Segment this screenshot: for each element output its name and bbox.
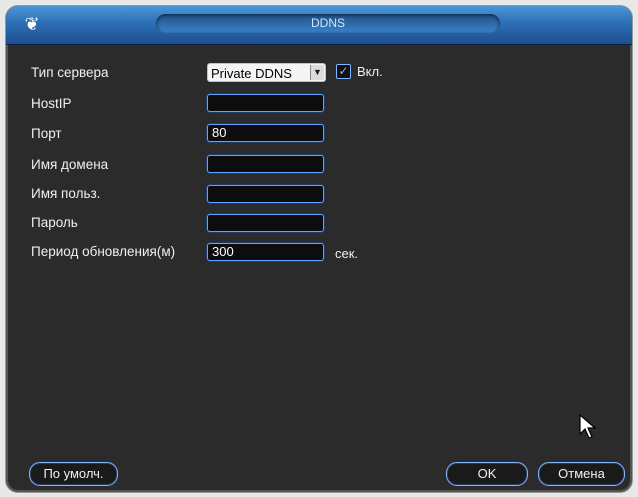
update-period-input[interactable] [207,243,324,261]
host-ip-label: HostIP [31,96,72,111]
server-type-select[interactable]: Private DDNS ▼ [207,63,326,82]
host-ip-input[interactable] [207,94,324,112]
cancel-button[interactable]: Отмена [538,462,625,486]
chevron-down-icon[interactable]: ▼ [310,65,324,80]
title-bar: ❦ DDNS [6,6,632,45]
password-input[interactable] [207,214,324,232]
username-input[interactable] [207,185,324,203]
ok-button[interactable]: OK [446,462,528,486]
update-period-unit: сек. [335,246,359,261]
dialog-title: DDNS [156,14,500,33]
server-type-label: Тип сервера [31,65,109,80]
enable-label: Вкл. [357,64,383,79]
server-type-value: Private DDNS [211,66,292,81]
domain-label: Имя домена [31,157,109,172]
mouse-pointer-icon [579,414,597,439]
enable-checkbox[interactable]: ✓ [336,64,351,79]
app-logo-icon: ❦ [24,14,40,34]
password-label: Пароль [31,215,78,230]
port-input[interactable] [207,124,324,142]
domain-input[interactable] [207,155,324,173]
ddns-dialog: ❦ DDNS Тип сервера Private DDNS ▼ ✓ Вкл.… [6,6,632,492]
update-period-label: Период обновления(м) [31,244,176,259]
port-label: Порт [31,126,62,141]
default-button[interactable]: По умолч. [29,462,118,486]
username-label: Имя польз. [31,186,101,201]
